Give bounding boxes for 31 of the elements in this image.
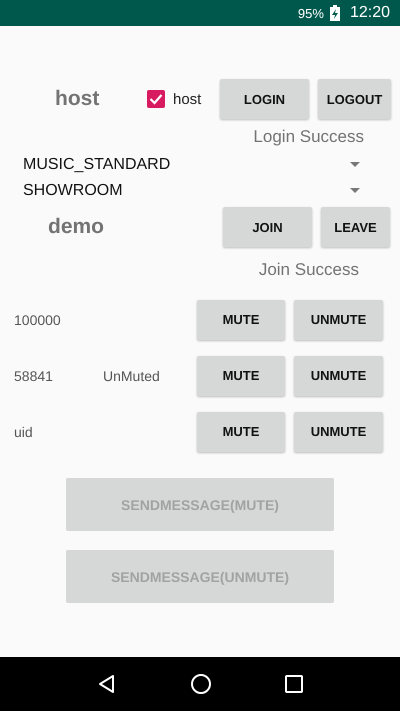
user-id: 100000 bbox=[14, 312, 62, 328]
mute-button[interactable]: MUTE bbox=[197, 412, 285, 452]
battery-charging-icon bbox=[330, 5, 340, 21]
checkbox-label[interactable]: host bbox=[173, 90, 202, 108]
join-status: Join Success bbox=[258, 260, 359, 280]
back-icon[interactable] bbox=[96, 674, 117, 694]
clock: 12:20 bbox=[350, 4, 390, 22]
host-title: host bbox=[55, 87, 100, 111]
user-id: uid bbox=[14, 424, 34, 440]
channel-title: demo bbox=[48, 215, 106, 239]
dropdown[interactable]: MUSIC_STANDARD bbox=[23, 152, 360, 178]
dropdown-caret-icon bbox=[350, 188, 360, 194]
recents-icon[interactable] bbox=[285, 675, 304, 693]
checkmark-icon bbox=[149, 93, 163, 105]
user-status: UnMuted bbox=[103, 368, 160, 384]
mute-button[interactable]: MUTE bbox=[197, 300, 285, 340]
home-icon[interactable] bbox=[190, 673, 212, 695]
dropdown[interactable]: SHOWROOM bbox=[23, 178, 360, 204]
login-button[interactable]: LOGIN bbox=[220, 79, 309, 119]
unmute-button[interactable]: UNMUTE bbox=[294, 300, 383, 340]
join-button[interactable]: JOIN bbox=[223, 207, 312, 247]
user-id: 58841 bbox=[14, 368, 54, 384]
unmute-button[interactable]: UNMUTE bbox=[294, 356, 383, 396]
battery-percent: 95% bbox=[298, 6, 324, 20]
logout-button[interactable]: LOGOUT bbox=[318, 79, 391, 119]
unmute-button[interactable]: UNMUTE bbox=[294, 412, 383, 452]
mute-button[interactable]: MUTE bbox=[197, 356, 285, 396]
leave-button[interactable]: LEAVE bbox=[321, 207, 390, 247]
login-status: Login Success bbox=[253, 127, 364, 147]
dropdown-caret-icon bbox=[350, 162, 360, 168]
checkbox[interactable] bbox=[147, 90, 165, 108]
